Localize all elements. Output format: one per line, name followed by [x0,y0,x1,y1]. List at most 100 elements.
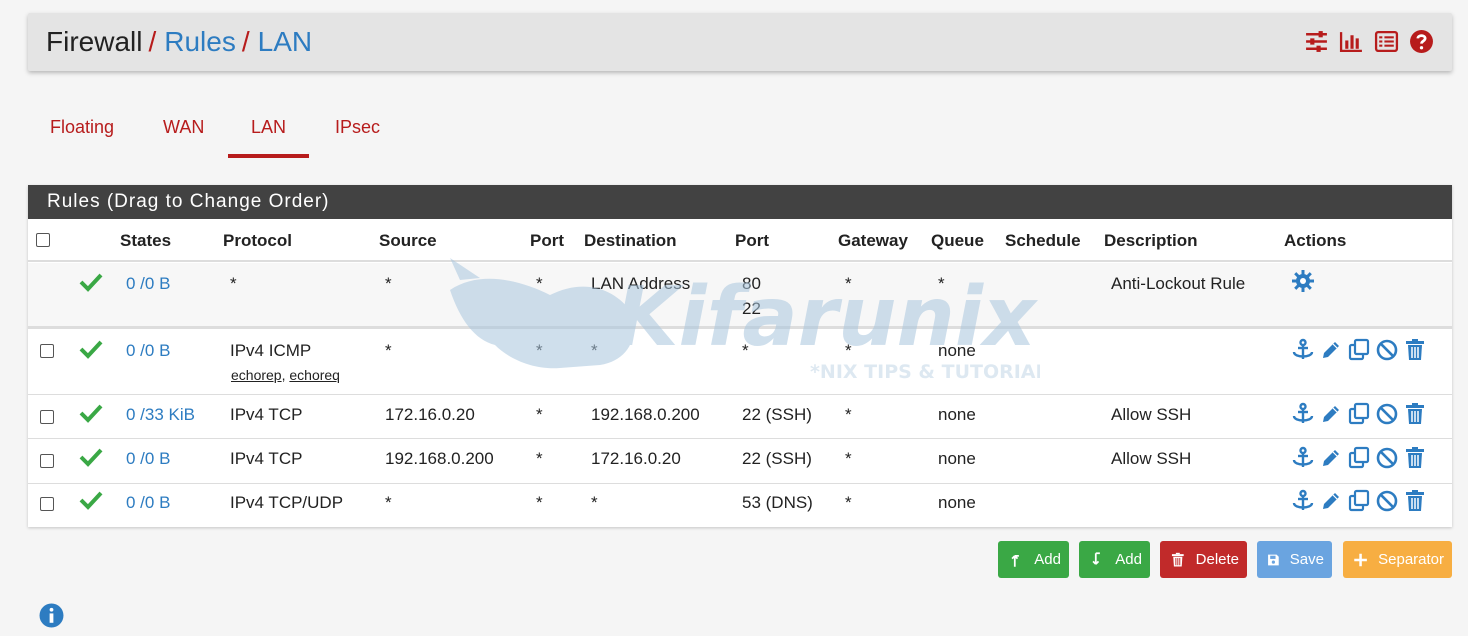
edit-pencil-icon[interactable] [1318,446,1344,470]
save-button[interactable]: Save [1257,541,1332,578]
gateway-cell: * [845,493,852,512]
list-icon[interactable] [1374,29,1399,54]
queue-cell: * [938,274,945,293]
tab-wan[interactable]: WAN [163,110,204,158]
port-cell: * [536,341,543,360]
row-checkbox[interactable] [40,497,54,511]
disable-icon[interactable] [1374,489,1400,513]
anchor-icon[interactable] [1290,402,1316,426]
plus-icon [1354,553,1367,566]
disable-icon[interactable] [1374,402,1400,426]
row-actions [1290,489,1428,513]
delete-button[interactable]: Delete [1160,541,1247,578]
info-icon[interactable] [39,603,64,628]
help-icon[interactable] [1409,29,1434,54]
add-top-label: Add [1034,551,1061,568]
trash-icon[interactable] [1402,402,1428,426]
select-all-checkbox[interactable] [36,233,50,247]
breadcrumb-lan-link[interactable]: LAN [258,26,312,57]
dest-port-cell: 80 [742,274,761,293]
panel-title: Rules (Drag to Change Order) [28,185,1452,219]
separator-label: Separator [1378,551,1444,568]
anchor-icon[interactable] [1290,446,1316,470]
states-link[interactable]: 0 /0 B [126,341,170,361]
dest-port-cell: 22 [742,299,761,318]
edit-pencil-icon[interactable] [1318,489,1344,513]
pass-check-icon [79,340,103,359]
edit-pencil-icon[interactable] [1318,338,1344,362]
disable-icon[interactable] [1374,446,1400,470]
col-source: Source [379,231,437,250]
row-actions [1290,338,1428,362]
table-row[interactable]: 0 /0 B IPv4 ICMP echorep, echoreq * * * … [28,330,1452,395]
icmp-type-separator: , [281,367,286,383]
protocol-cell: IPv4 TCP [230,449,303,468]
add-top-button[interactable]: Add [998,541,1069,578]
copy-icon[interactable] [1346,402,1372,426]
breadcrumb-rules-link[interactable]: Rules [164,26,236,57]
protocol-cell: IPv4 ICMP [230,341,312,360]
gateway-cell: * [845,405,852,424]
col-protocol: Protocol [223,231,292,250]
trash-icon[interactable] [1402,446,1428,470]
port-cell: * [536,274,543,293]
col-dest-port: Port [735,231,769,250]
page-header: Firewall / Rules / LAN [28,13,1452,71]
table-header: States Protocol Source Port Destination … [28,219,1452,262]
dest-port-cell: 22 (SSH) [742,405,812,424]
destination-cell: LAN Address [591,274,691,293]
destination-cell: 192.168.0.200 [591,405,700,424]
copy-icon[interactable] [1346,489,1372,513]
row-checkbox[interactable] [40,344,54,358]
chart-bar-icon[interactable] [1339,29,1364,54]
icmp-type-link[interactable]: echorep [231,367,282,383]
table-row[interactable]: 0 /0 B * * * LAN Address 80 22 * * Anti-… [28,263,1452,329]
tab-lan[interactable]: LAN [228,110,309,158]
row-actions [1290,446,1428,470]
table-row[interactable]: 0 /0 B IPv4 TCP/UDP * * * 53 (DNS) * non… [28,484,1452,527]
sliders-icon[interactable] [1304,29,1329,54]
trash-icon[interactable] [1402,338,1428,362]
states-link[interactable]: 0 /0 B [126,493,170,513]
source-cell: 172.16.0.20 [385,405,475,424]
col-states: States [120,231,172,250]
trash-icon [1171,552,1184,567]
tab-ipsec[interactable]: IPsec [335,110,380,158]
anchor-icon[interactable] [1290,338,1316,362]
save-label: Save [1289,551,1324,568]
copy-icon[interactable] [1346,446,1372,470]
anchor-icon[interactable] [1290,489,1316,513]
disable-icon[interactable] [1374,338,1400,362]
source-cell: * [385,274,392,293]
description-cell: Allow SSH [1111,449,1192,468]
gateway-cell: * [845,341,852,360]
row-actions [1290,402,1428,426]
states-link[interactable]: 0 /0 B [126,274,170,294]
dest-port-cell: * [742,341,749,360]
copy-icon[interactable] [1346,338,1372,362]
delete-label: Delete [1195,551,1239,568]
save-disk-icon [1268,554,1279,565]
destination-cell: 172.16.0.20 [591,449,681,468]
table-row[interactable]: 0 /33 KiB IPv4 TCP 172.16.0.20 * 192.168… [28,395,1452,439]
states-link[interactable]: 0 /33 KiB [126,405,195,425]
table-row[interactable]: 0 /0 B IPv4 TCP 192.168.0.200 * 172.16.0… [28,439,1452,484]
row-checkbox[interactable] [40,410,54,424]
icmp-type-link[interactable]: echoreq [289,367,340,383]
header-icons [1304,29,1434,54]
protocol-cell: IPv4 TCP [230,405,303,424]
source-cell: 192.168.0.200 [385,449,494,468]
row-checkbox[interactable] [40,454,54,468]
col-queue: Queue [931,231,984,250]
tab-floating[interactable]: Floating [50,110,114,158]
queue-cell: none [938,405,976,424]
icmp-types: echorep, echoreq [231,367,340,383]
separator-button[interactable]: Separator [1343,541,1452,578]
gear-icon[interactable] [1290,269,1316,293]
pass-check-icon [79,448,103,467]
add-bottom-button[interactable]: Add [1079,541,1150,578]
trash-icon[interactable] [1402,489,1428,513]
states-link[interactable]: 0 /0 B [126,449,170,469]
edit-pencil-icon[interactable] [1318,402,1344,426]
gateway-cell: * [845,449,852,468]
